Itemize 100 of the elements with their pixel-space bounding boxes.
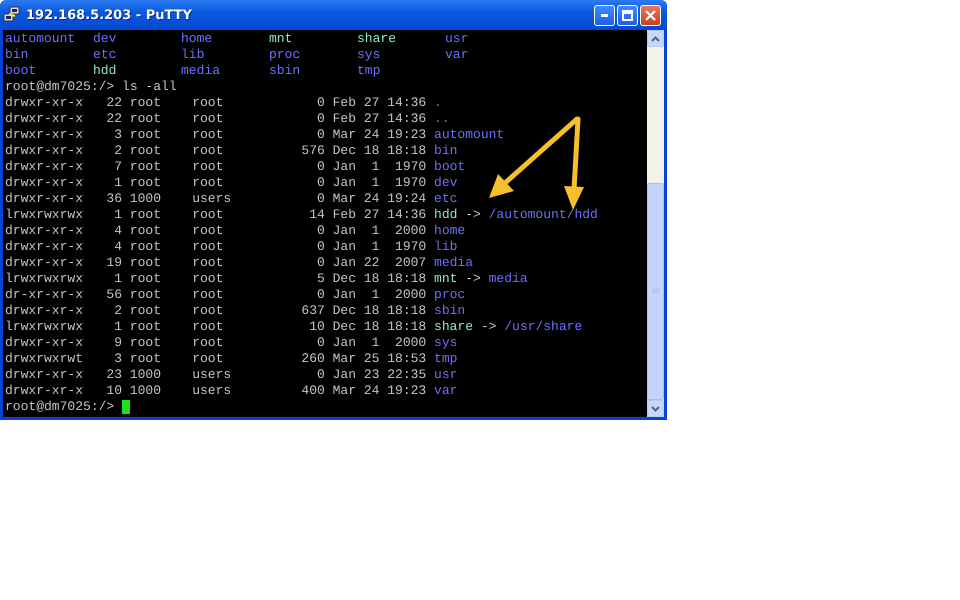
modified-date: Mar 25 18:53 [332, 351, 426, 367]
group: root [192, 287, 255, 303]
modified-date: Jan 23 22:35 [332, 367, 426, 383]
minimize-button[interactable] [594, 4, 615, 26]
permissions: drwxr-xr-x [5, 95, 83, 111]
group: root [192, 303, 255, 319]
modified-date: Jan 1 1970 [332, 175, 426, 191]
group: root [192, 239, 255, 255]
file-size: 637 [300, 303, 325, 319]
modified-date: Feb 27 14:36 [332, 111, 426, 127]
modified-date: Dec 18 18:18 [332, 319, 426, 335]
scroll-down-button[interactable] [647, 400, 664, 417]
modified-date: Feb 27 14:36 [332, 207, 426, 223]
window-title: 192.168.5.203 - PuTTY [26, 8, 193, 22]
link-count: 1 [113, 271, 122, 287]
maximize-icon [622, 10, 633, 20]
owner: root [130, 271, 162, 287]
group: root [192, 159, 255, 175]
link-count: 1 [113, 207, 122, 223]
file-size: 0 [316, 287, 325, 303]
link-count: 22 [105, 111, 122, 127]
owner: 1000 [130, 191, 162, 207]
scroll-up-button[interactable] [647, 30, 664, 47]
scroll-thumb[interactable] [647, 183, 664, 400]
file-size: 0 [316, 239, 325, 255]
link-count: 1 [113, 175, 122, 191]
link-count: 3 [113, 127, 122, 143]
minimize-icon [601, 14, 608, 16]
symlink-arrow: -> [465, 271, 481, 287]
file-name: proc [269, 47, 300, 62]
computer-icon [3, 6, 21, 24]
group: root [192, 271, 255, 287]
text-cursor [122, 400, 130, 414]
file-name: bin [434, 143, 458, 159]
group: root [192, 319, 255, 335]
link-count: 4 [113, 239, 122, 255]
owner: 1000 [130, 367, 162, 383]
group: root [192, 111, 255, 127]
permissions: drwxr-xr-x [5, 175, 83, 191]
permissions: drwxr-xr-x [5, 383, 83, 399]
permissions: drwxr-xr-x [5, 159, 83, 175]
owner: root [130, 287, 162, 303]
file-name: mnt [269, 31, 292, 46]
file-name: tmp [357, 63, 380, 78]
file-size: 0 [316, 223, 325, 239]
file-name: sbin [269, 63, 300, 78]
file-name: share [434, 319, 474, 335]
file-name: usr [434, 367, 458, 383]
file-name: dev [93, 31, 116, 46]
file-size: 0 [316, 127, 325, 143]
link-count: 23 [105, 367, 122, 383]
modified-date: Jan 22 2007 [332, 255, 426, 271]
file-size: 0 [316, 159, 325, 175]
scrollbar[interactable] [647, 30, 664, 417]
modified-date: Dec 18 18:18 [332, 303, 426, 319]
owner: root [130, 239, 162, 255]
link-count: 22 [105, 95, 122, 111]
modified-date: Jan 1 2000 [332, 287, 426, 303]
permissions: lrwxrwxrwx [5, 271, 83, 287]
group: root [192, 143, 255, 159]
file-size: 5 [316, 271, 325, 287]
file-name: automount [434, 127, 504, 143]
group: root [192, 223, 255, 239]
owner: root [130, 143, 162, 159]
file-name: lib [434, 239, 458, 255]
modified-date: Jan 1 1970 [332, 159, 426, 175]
owner: 1000 [130, 383, 162, 399]
group: root [192, 127, 255, 143]
permissions: lrwxrwxrwx [5, 319, 83, 335]
file-name: sbin [434, 303, 466, 319]
group: users [192, 383, 255, 399]
permissions: drwxr-xr-x [5, 191, 83, 207]
file-size: 260 [300, 351, 325, 367]
permissions: dr-xr-xr-x [5, 287, 83, 303]
file-name: sys [357, 47, 380, 62]
group: root [192, 255, 255, 271]
file-name: home [181, 31, 212, 46]
link-target: /usr/share [504, 319, 582, 335]
link-count: 10 [105, 383, 122, 399]
file-name: usr [445, 31, 468, 46]
file-name: var [445, 47, 468, 62]
permissions: drwxr-xr-x [5, 303, 83, 319]
permissions: drwxr-xr-x [5, 367, 83, 383]
permissions: drwxr-xr-x [5, 127, 83, 143]
file-name: sys [434, 335, 458, 351]
modified-date: Mar 24 19:23 [332, 127, 426, 143]
link-count: 9 [113, 335, 122, 351]
file-size: 576 [300, 143, 325, 159]
file-name: .. [434, 111, 450, 127]
owner: root [130, 175, 162, 191]
close-button[interactable] [640, 4, 661, 26]
file-name: . [434, 95, 442, 111]
file-name: mnt [434, 271, 458, 287]
owner: root [130, 95, 162, 111]
modified-date: Mar 24 19:23 [332, 383, 426, 399]
file-size: 14 [308, 207, 325, 223]
maximize-button[interactable] [617, 4, 638, 26]
permissions: drwxrwxrwt [5, 351, 83, 367]
file-name: var [434, 383, 458, 399]
owner: root [130, 111, 162, 127]
